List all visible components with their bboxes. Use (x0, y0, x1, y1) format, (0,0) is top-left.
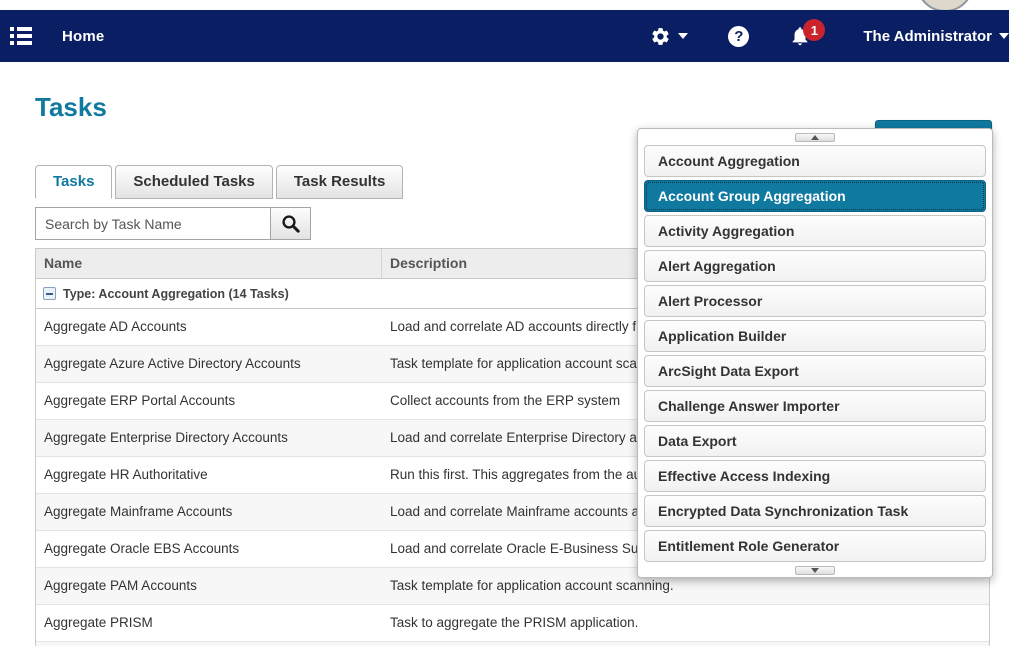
user-name: The Administrator (863, 28, 992, 45)
dropdown-item[interactable]: Challenge Answer Importer (644, 390, 986, 422)
dropdown-scroll-up[interactable] (644, 132, 986, 142)
scroll-up-icon (811, 135, 819, 140)
dropdown-item[interactable]: Application Builder (644, 320, 986, 352)
task-name-cell: Aggregate PRISM (36, 605, 382, 641)
task-name-cell: Aggregate Enterprise Directory Accounts (36, 420, 382, 456)
new-task-dropdown: Account AggregationAccount Group Aggrega… (637, 128, 993, 578)
tab-scheduled-tasks[interactable]: Scheduled Tasks (115, 165, 272, 199)
task-description-cell: Task to aggregate the PRISM application. (382, 605, 989, 641)
task-name-cell: Aggregate Mainframe Accounts (36, 494, 382, 530)
scroll-down-icon (811, 568, 819, 573)
collapse-minus-icon[interactable] (43, 287, 56, 300)
dropdown-scroll-down[interactable] (644, 565, 986, 575)
page-title: Tasks (35, 92, 1009, 123)
dropdown-item[interactable]: Alert Aggregation (644, 250, 986, 282)
task-name-cell: Aggregate AD Accounts (36, 309, 382, 345)
navbar: Home ? 1 The Administrator (0, 10, 1009, 62)
dropdown-item[interactable]: Activity Aggregation (644, 215, 986, 247)
dropdown-item[interactable]: Data Export (644, 425, 986, 457)
search-input[interactable] (35, 207, 271, 240)
dropdown-items: Account AggregationAccount Group Aggrega… (644, 145, 986, 562)
help-icon[interactable]: ? (728, 26, 749, 47)
gear-icon (650, 26, 671, 47)
dropdown-item[interactable]: Effective Access Indexing (644, 460, 986, 492)
task-row[interactable]: Aggregate PRISM Task to aggregate the PR… (36, 605, 989, 642)
chevron-down-icon (999, 33, 1009, 39)
dropdown-item[interactable]: ArcSight Data Export (644, 355, 986, 387)
task-name-cell: Aggregate Oracle EBS Accounts (36, 531, 382, 567)
tab-task-results[interactable]: Task Results (276, 165, 403, 199)
dropdown-item[interactable]: Account Group Aggregation (644, 180, 986, 212)
notification-badge: 1 (803, 19, 825, 41)
task-name-cell: Aggregate ERP Portal Accounts (36, 383, 382, 419)
dropdown-item[interactable]: Alert Processor (644, 285, 986, 317)
search-button[interactable] (270, 207, 311, 240)
task-name-cell: Aggregate Azure Active Directory Account… (36, 346, 382, 382)
dropdown-item[interactable]: Account Aggregation (644, 145, 986, 177)
tab-tasks[interactable]: Tasks (35, 165, 112, 199)
group-label: Type: Account Aggregation (14 Tasks) (63, 287, 289, 301)
task-name-cell: Aggregate PAM Accounts (36, 568, 382, 604)
chevron-down-icon (678, 33, 688, 39)
menu-list-icon[interactable] (10, 27, 36, 45)
top-strip (0, 0, 1009, 10)
nav-home-link[interactable]: Home (62, 28, 104, 45)
column-header-name[interactable]: Name (36, 249, 382, 278)
notifications-button[interactable]: 1 (789, 25, 811, 47)
search-icon (281, 214, 301, 234)
task-name-cell: Aggregate HR Authoritative (36, 457, 382, 493)
dropdown-item[interactable]: Encrypted Data Synchronization Task (644, 495, 986, 527)
task-row-partial (36, 642, 989, 646)
dropdown-item[interactable]: Entitlement Role Generator (644, 530, 986, 562)
settings-menu[interactable] (650, 26, 688, 47)
user-menu[interactable]: The Administrator (863, 28, 1009, 45)
